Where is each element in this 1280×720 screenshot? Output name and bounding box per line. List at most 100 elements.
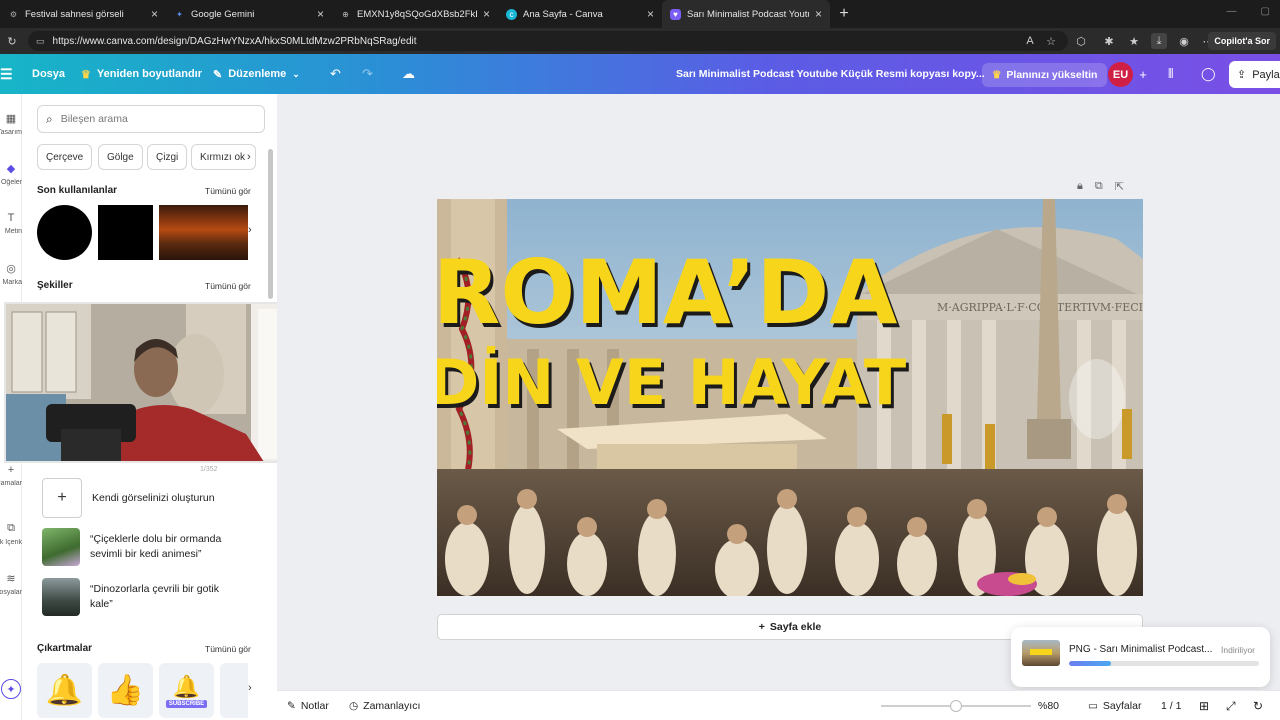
read-aloud-icon[interactable]: A (1022, 33, 1038, 49)
copilot-button[interactable]: Copilot'a Sor (1208, 32, 1276, 50)
sticker-partial[interactable] (220, 663, 248, 718)
grid-view-icon[interactable]: ⊞ (1199, 691, 1209, 720)
timer-button[interactable]: ◷ Zamanlayıcı (349, 691, 420, 720)
shapes-see-all[interactable]: Tümünü gör (205, 281, 251, 291)
close-icon[interactable]: × (815, 7, 822, 21)
close-icon[interactable]: × (483, 7, 490, 21)
duplicate-icon[interactable]: ⧉ (1095, 180, 1103, 193)
chevron-right-icon[interactable]: › (247, 151, 251, 163)
pages-button[interactable]: ▭ Sayfalar (1088, 691, 1141, 720)
design-canvas[interactable]: M·AGRIPPA·L·F·COS·TERTIVM·FECIT ROMA’DA … (437, 199, 1143, 596)
browser-tab-gemini[interactable]: ✦ Google Gemini × (166, 0, 332, 28)
ai-suggestion-cat[interactable]: “Çiçeklerle dolu bir ormanda sevimli bir… (42, 528, 240, 566)
maximize-icon[interactable]: ▢ (1261, 6, 1270, 17)
bell-sticker[interactable]: 🔔 (37, 663, 92, 718)
reload-icon[interactable]: ↻ (4, 33, 20, 49)
chip-line[interactable]: Çizgi (147, 144, 188, 170)
ai-suggestion-castle[interactable]: “Dinozorlarla çevrili bir gotik kale” (42, 578, 240, 616)
insights-icon[interactable]: ⫴ (1168, 63, 1173, 85)
chip-frame[interactable]: Çerçeve (37, 144, 93, 170)
zoom-slider[interactable] (881, 700, 1031, 712)
panel-scrollbar[interactable] (268, 149, 273, 299)
rail-item-text[interactable]: T Metin (0, 212, 22, 235)
browser-tab-design[interactable]: ♥ Sarı Minimalist Podcast Youtube Kü × (662, 0, 830, 28)
zoom-slider-handle[interactable] (950, 700, 962, 712)
design-title-line2[interactable]: DİN VE HAYAT (437, 346, 906, 419)
rail-label: Metin (4, 228, 22, 235)
zoom-level[interactable]: %80 (1038, 691, 1059, 720)
rail-item-design[interactable]: ▦ Tasarım (0, 112, 22, 136)
address-bar[interactable]: ▭ https://www.canva.com/design/DAGzHwYNz… (28, 31, 1068, 51)
download-icon[interactable]: ⤓ (1151, 33, 1167, 49)
close-icon[interactable]: × (647, 7, 654, 21)
fullscreen-icon[interactable]: ⤢ (1226, 691, 1236, 720)
design-title-line1[interactable]: ROMA’DA (437, 241, 897, 344)
ai-create-item[interactable]: + Kendi görselinizi oluşturun (42, 478, 215, 518)
stickers-see-all[interactable]: Tümünü gör (205, 644, 251, 654)
page-count: 1 / 1 (1161, 700, 1182, 712)
browser-tab-strip: ⚙ Festival sahnesi görseli × ✦ Google Ge… (0, 0, 1280, 28)
design-title[interactable]: Sarı Minimalist Podcast Youtube Küçük Re… (676, 54, 985, 94)
close-icon[interactable]: × (317, 7, 324, 21)
rail-item-brand[interactable]: ◎ Marka (0, 262, 22, 286)
tab-title: Sarı Minimalist Podcast Youtube Kü (687, 8, 809, 20)
plus-icon: + (758, 621, 765, 633)
thumbs-up-sticker[interactable]: 👍 (98, 663, 153, 718)
lock-icon[interactable]: 🔒︎ (1077, 180, 1083, 193)
close-icon[interactable]: × (151, 7, 158, 21)
browser-tab-festival[interactable]: ⚙ Festival sahnesi görseli × (0, 0, 166, 28)
rail-label: Uygulamalar (0, 480, 22, 487)
brand-icon: ◎ (6, 263, 16, 275)
download-title: PNG - Sarı Minimalist Podcast... (1069, 644, 1213, 655)
ai-suggestion-thumb (42, 578, 80, 616)
recent-square[interactable] (98, 205, 153, 260)
extension-icon[interactable]: ✱ (1101, 33, 1117, 49)
search-input[interactable]: ⌕ Bileşen arama (37, 105, 265, 133)
chevron-right-icon[interactable]: › (248, 682, 252, 694)
chip-shadow[interactable]: Gölge (98, 144, 143, 170)
pages-label: Sayfalar (1102, 700, 1142, 712)
thumbnail-title-bar (1030, 649, 1052, 655)
share-button[interactable]: ⇪ Payla (1229, 61, 1280, 88)
crown-icon: ♛ (81, 68, 91, 81)
download-toast[interactable]: PNG - Sarı Minimalist Podcast... İndiril… (1011, 627, 1270, 687)
resize-button[interactable]: ♛ Yeniden boyutlandır (81, 54, 202, 94)
chevron-right-icon[interactable]: › (248, 224, 252, 236)
browser-tab-image[interactable]: ⊕ EMXN1y8qSQoGdXBsb2FkEg55bl × (332, 0, 498, 28)
download-status: İndiriliyor (1221, 645, 1256, 655)
recent-see-all[interactable]: Tümünü gör (205, 186, 251, 196)
browser-tab-canva-home[interactable]: c Ana Sayfa - Canva × (498, 0, 662, 28)
add-page-icon[interactable]: ⇱ (1115, 180, 1124, 193)
favorites-icon[interactable]: ★ (1126, 33, 1142, 49)
upgrade-button[interactable]: ♛ Planınızı yükseltin (982, 63, 1108, 87)
rail-item-apps[interactable]: + Uygulamalar (0, 464, 22, 487)
favorite-star-icon[interactable]: ☆ (1043, 33, 1059, 49)
recent-fire-image[interactable] (159, 205, 248, 260)
profile-icon[interactable]: ◉ (1176, 33, 1192, 49)
gemini-icon: ✦ (176, 9, 183, 19)
canva-icon: c (506, 8, 517, 20)
timer-label: Zamanlayıcı (363, 700, 421, 712)
new-tab-button[interactable]: + (830, 0, 858, 28)
rail-item-content[interactable]: ⧉ Dinamik İçerik (0, 522, 22, 546)
recent-circle[interactable] (37, 205, 92, 260)
comment-icon[interactable]: ◯ (1201, 63, 1216, 85)
redo-icon[interactable]: ↷ (362, 63, 373, 85)
extensions-icon[interactable]: ⬡ (1073, 33, 1089, 49)
undo-icon[interactable]: ↶ (330, 63, 341, 85)
file-menu[interactable]: Dosya (32, 54, 65, 94)
rail-item-magic[interactable]: ✦ (0, 679, 22, 699)
avatar[interactable]: EU (1108, 62, 1133, 87)
menu-icon[interactable]: ☰ (0, 54, 13, 94)
edit-mode-button[interactable]: ✎ Düzenleme ⌄ (213, 54, 300, 94)
minimize-icon[interactable]: — (1227, 6, 1237, 17)
help-icon[interactable]: ↻ (1253, 691, 1263, 720)
notes-button[interactable]: ✎ Notlar (287, 691, 329, 720)
rail-item-elements[interactable]: ◆ Öğeler (0, 162, 22, 186)
bell-icon: 🔔 (172, 673, 201, 699)
upgrade-label: Planınızı yükseltin (1006, 69, 1098, 81)
rail-item-files[interactable]: ≋ Dosyalar (0, 572, 22, 596)
add-collaborator-icon[interactable]: + (1136, 63, 1150, 85)
subscribe-sticker[interactable]: 🔔 SUBSCRIBE (159, 663, 214, 718)
share-icon: ⇪ (1237, 69, 1247, 81)
